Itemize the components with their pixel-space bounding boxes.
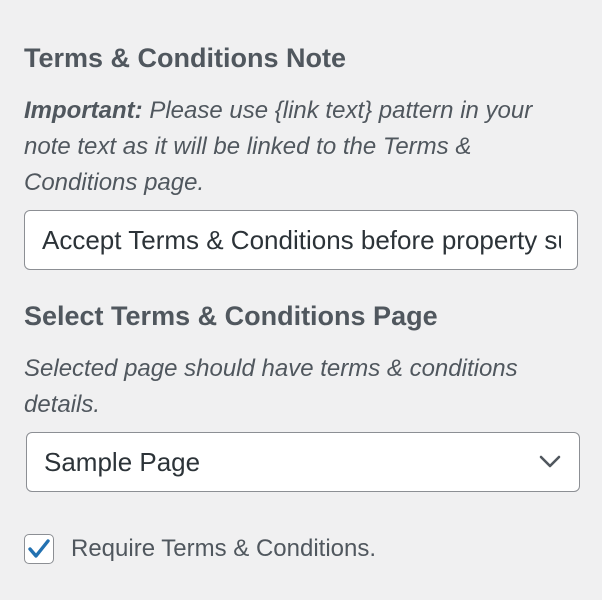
- terms-page-select[interactable]: Sample Page: [26, 432, 580, 492]
- chevron-down-icon: [539, 455, 561, 468]
- terms-note-description: Important: Please use {link text} patter…: [24, 93, 584, 201]
- terms-page-title: Select Terms & Conditions Page: [24, 301, 438, 331]
- require-terms-label: Require Terms & Conditions.: [71, 535, 377, 562]
- terms-page-selected-value: Sample Page: [44, 446, 201, 477]
- terms-note-title: Terms & Conditions Note: [24, 43, 347, 73]
- terms-note-input[interactable]: [24, 210, 578, 270]
- important-label: Important:: [24, 97, 143, 124]
- require-terms-option[interactable]: Require Terms & Conditions.: [24, 532, 376, 566]
- checkmark-icon: [28, 539, 50, 558]
- terms-page-description: Selected page should have terms & condit…: [24, 355, 518, 418]
- require-terms-checkbox[interactable]: [24, 534, 54, 564]
